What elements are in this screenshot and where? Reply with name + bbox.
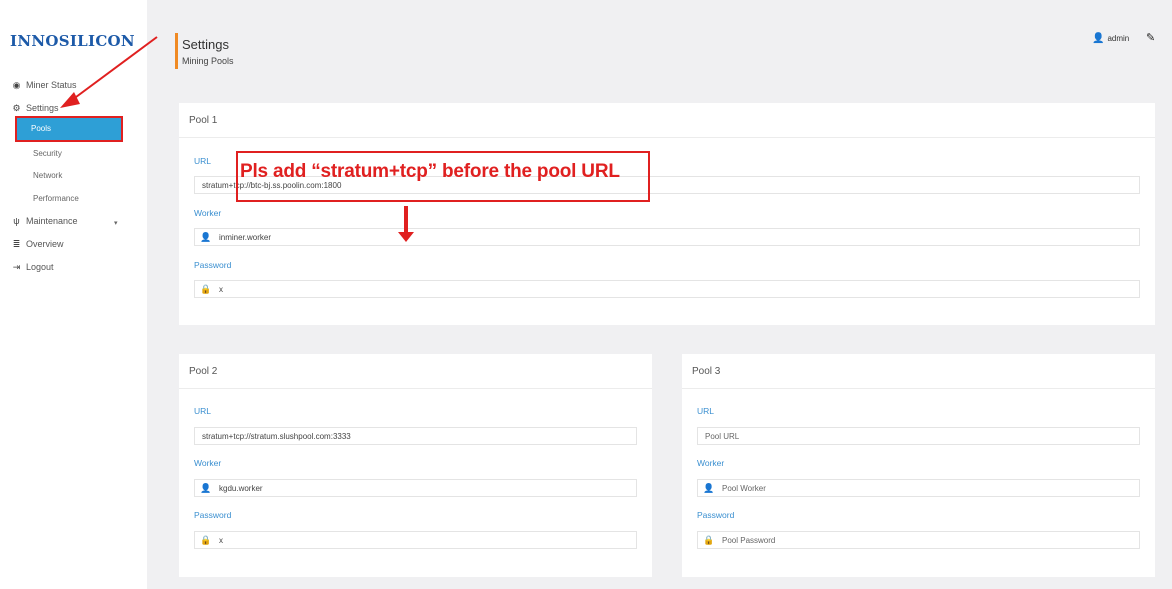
field-value: x xyxy=(219,284,223,294)
server-icon: ≣ xyxy=(12,238,21,249)
field-placeholder: Pool Worker xyxy=(722,483,766,493)
lock-icon: 🔒 xyxy=(703,534,715,545)
lock-icon: 🔒 xyxy=(200,534,212,545)
pool-1-card: Pool 1 URL stratum+tcp://btc-bj.ss.pooli… xyxy=(179,103,1155,325)
card-title: Pool 1 xyxy=(189,115,218,126)
gears-icon: ⚙ xyxy=(12,102,21,113)
card-header: Pool 2 xyxy=(179,354,652,389)
user-menu[interactable]: 👤 admin xyxy=(1092,33,1129,44)
pool-2-url-input[interactable]: stratum+tcp://stratum.slushpool.com:3333 xyxy=(194,427,637,445)
sidebar-subitem-security[interactable]: Security xyxy=(33,149,62,158)
chevron-down-icon[interactable]: ▾ xyxy=(114,219,118,227)
card-header: Pool 3 xyxy=(682,354,1155,389)
field-placeholder: Pool Password xyxy=(722,535,776,545)
sidebar-subitem-performance[interactable]: Performance xyxy=(33,194,79,203)
sidebar-subitem-pools[interactable]: Pools xyxy=(15,116,123,142)
field-value: stratum+tcp://stratum.slushpool.com:3333 xyxy=(202,431,351,441)
sidebar-item-label: Miner Status xyxy=(26,80,77,90)
username: admin xyxy=(1107,34,1130,43)
user-icon: 👤 xyxy=(200,231,212,242)
pool-2-worker-input[interactable]: 👤 kgdu.worker xyxy=(194,479,637,497)
pool-3-password-input[interactable]: 🔒 Pool Password xyxy=(697,531,1140,549)
password-label: Password xyxy=(194,260,232,270)
sidebar-item-maintenance[interactable]: ψ Maintenance xyxy=(12,214,78,228)
annotation-text: Pls add “stratum+tcp” before the pool UR… xyxy=(240,161,620,182)
sidebar-item-miner-status[interactable]: ◉ Miner Status xyxy=(12,78,77,92)
field-value: x xyxy=(219,535,223,545)
page-subtitle: Mining Pools xyxy=(182,56,234,66)
sidebar-item-settings[interactable]: ⚙ Settings xyxy=(12,101,59,115)
logout-icon: ⇥ xyxy=(12,261,21,272)
pool-2-card: Pool 2 URL stratum+tcp://stratum.slushpo… xyxy=(179,354,652,577)
pool-3-url-input[interactable]: Pool URL xyxy=(697,427,1140,445)
card-header: Pool 1 xyxy=(179,103,1155,138)
field-value: inminer.worker xyxy=(219,232,272,242)
url-label: URL xyxy=(697,406,715,416)
page-title: Settings xyxy=(182,37,229,52)
field-placeholder: Pool URL xyxy=(705,431,740,441)
pool-1-password-input[interactable]: 🔒 x xyxy=(194,280,1140,298)
user-icon: 👤 xyxy=(1092,33,1105,44)
card-title: Pool 2 xyxy=(189,366,218,377)
dashboard-icon: ◉ xyxy=(12,79,21,90)
sidebar-item-label: Overview xyxy=(26,239,64,249)
pool-1-worker-input[interactable]: 👤 inminer.worker xyxy=(194,228,1140,246)
worker-label: Worker xyxy=(194,458,222,468)
worker-label: Worker xyxy=(697,458,725,468)
sidebar-item-logout[interactable]: ⇥ Logout xyxy=(12,260,54,274)
brand-logo: INNOSILICON xyxy=(10,32,135,50)
user-icon: 👤 xyxy=(703,482,715,493)
card-title: Pool 3 xyxy=(692,366,721,377)
sidebar-item-label: Settings xyxy=(26,103,59,113)
url-label: URL xyxy=(194,156,212,166)
lock-icon: 🔒 xyxy=(200,283,212,294)
sidebar: INNOSILICON ◉ Miner Status ⚙ Settings Po… xyxy=(0,0,147,589)
url-label: URL xyxy=(194,406,212,416)
plug-icon: ψ xyxy=(13,215,20,226)
header-accent-bar xyxy=(175,33,178,69)
brush-icon[interactable]: ✎ xyxy=(1146,31,1155,44)
sidebar-item-overview[interactable]: ≣ Overview xyxy=(12,237,64,251)
sidebar-item-label: Logout xyxy=(26,262,54,272)
user-icon: 👤 xyxy=(200,482,212,493)
password-label: Password xyxy=(194,510,232,520)
pool-2-password-input[interactable]: 🔒 x xyxy=(194,531,637,549)
password-label: Password xyxy=(697,510,735,520)
pool-3-worker-input[interactable]: 👤 Pool Worker xyxy=(697,479,1140,497)
sidebar-subitem-network[interactable]: Network xyxy=(33,171,62,180)
worker-label: Worker xyxy=(194,208,222,218)
field-value: kgdu.worker xyxy=(219,483,263,493)
sidebar-item-label: Maintenance xyxy=(26,216,78,226)
sidebar-subitem-label: Pools xyxy=(31,124,52,133)
pool-3-card: Pool 3 URL Pool URL Worker 👤 Pool Worker… xyxy=(682,354,1155,577)
